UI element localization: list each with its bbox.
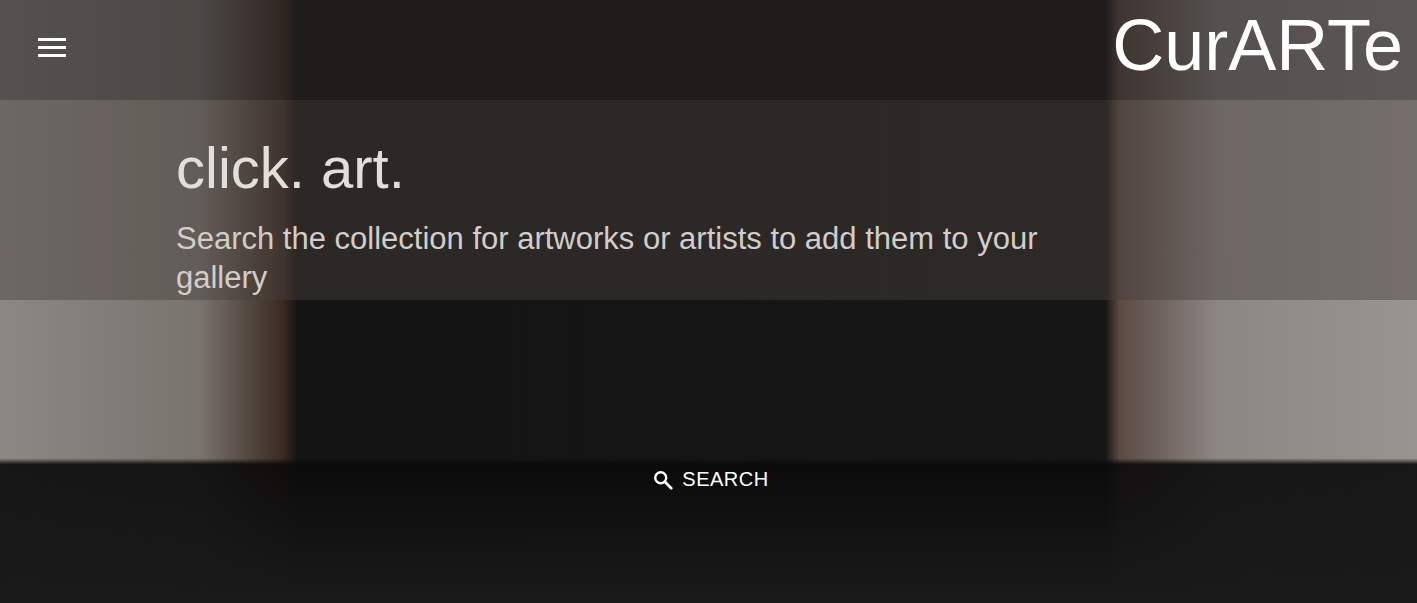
menu-button[interactable] — [38, 36, 68, 58]
hero-subtitle: Search the collection for artworks or ar… — [176, 220, 1116, 298]
hero-title: click. art. — [176, 136, 1397, 200]
search-button[interactable]: SEARCH — [646, 464, 774, 495]
hero-band: click. art. Search the collection for art… — [0, 100, 1417, 300]
top-bar: CurARTe — [0, 0, 1417, 100]
hamburger-icon — [38, 36, 68, 58]
landing-page: CurARTe click. art. Search the collection … — [0, 0, 1417, 603]
gallery-photo: CurARTe click. art. Search the collection … — [0, 0, 1417, 603]
search-row: SEARCH — [0, 300, 1417, 603]
logo[interactable]: CurARTe — [1112, 6, 1403, 85]
search-label: SEARCH — [682, 468, 768, 491]
magnifier-icon — [652, 469, 674, 491]
